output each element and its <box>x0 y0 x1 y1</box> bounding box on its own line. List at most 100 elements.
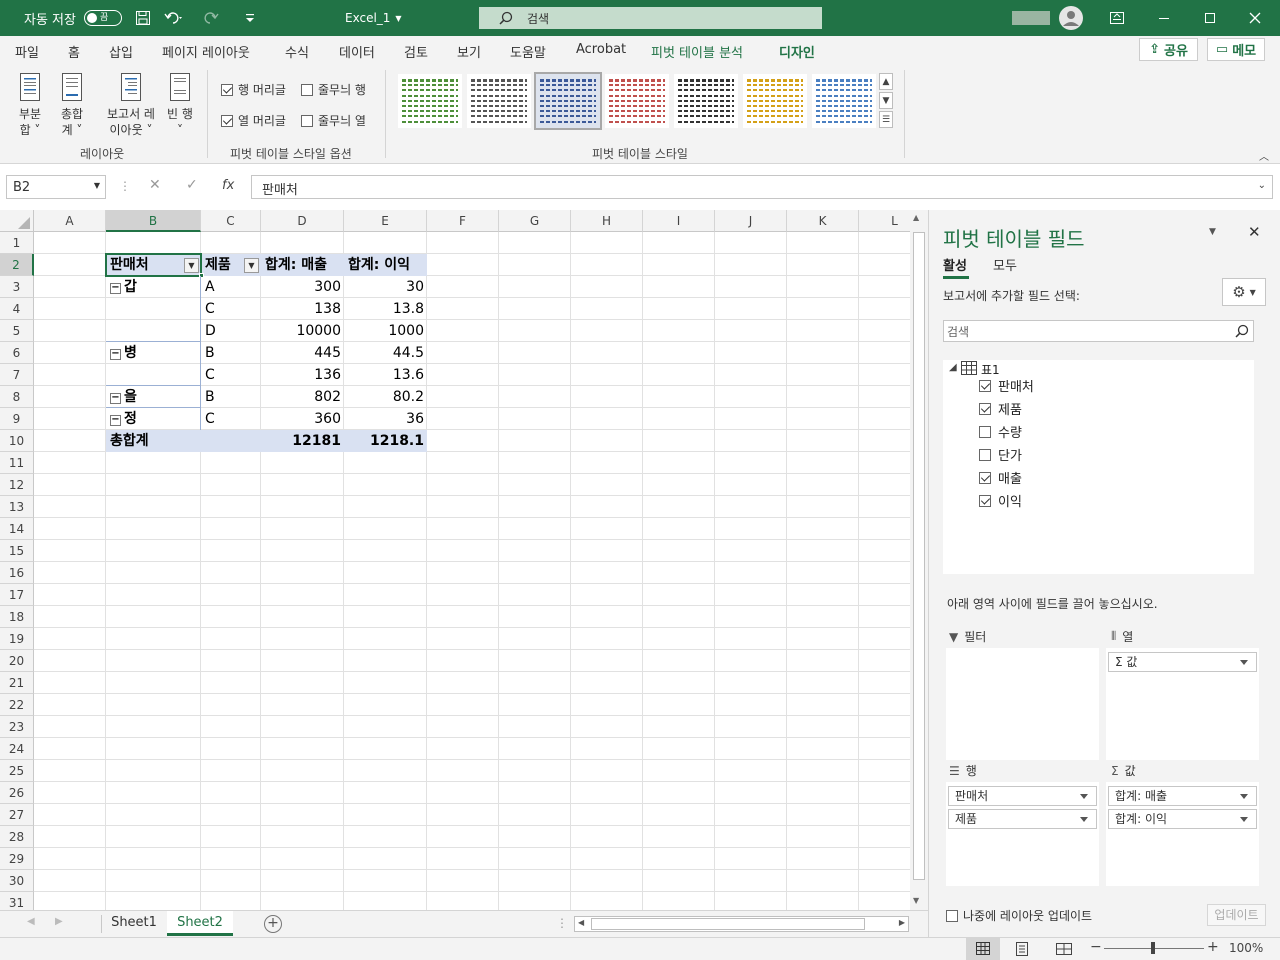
hscroll-thumb[interactable] <box>591 918 865 930</box>
gallery-more-icon[interactable]: ☰ <box>879 111 893 128</box>
column-header-j[interactable]: J <box>715 210 787 232</box>
checkbox-checked[interactable] <box>979 471 991 484</box>
name-box[interactable]: B2 ▼ <box>6 175 106 199</box>
tab-formulas[interactable]: 수식 <box>285 42 309 61</box>
checkbox-checked[interactable] <box>979 402 991 415</box>
tab-data[interactable]: 데이터 <box>339 42 375 61</box>
row-header-8[interactable]: 8 <box>0 386 34 408</box>
collapse-minus-icon[interactable]: − <box>110 415 121 426</box>
pivot-style-swatch[interactable] <box>467 74 531 128</box>
collapse-minus-icon[interactable]: − <box>110 393 121 404</box>
page-layout-view-icon[interactable] <box>1014 942 1030 956</box>
row-header-28[interactable]: 28 <box>0 826 34 848</box>
row-header-23[interactable]: 23 <box>0 716 34 738</box>
pivot-style-swatch[interactable] <box>534 72 602 130</box>
tab-pivot-analyze[interactable]: 피벗 테이블 분석 <box>651 42 743 61</box>
tab-view[interactable]: 보기 <box>457 42 481 61</box>
row-header-16[interactable]: 16 <box>0 562 34 584</box>
report-layout-button[interactable]: 보고서 레 이아웃 ˅ <box>103 72 159 138</box>
rows-chip-seller[interactable]: 판매처 <box>948 786 1097 806</box>
row-header-9[interactable]: 9 <box>0 408 34 430</box>
tab-review[interactable]: 검토 <box>404 42 428 61</box>
row-header-19[interactable]: 19 <box>0 628 34 650</box>
field-item[interactable]: 단가 <box>979 445 1022 464</box>
pane-options-chevron-icon[interactable]: ▼ <box>1209 227 1216 237</box>
column-header-e[interactable]: E <box>344 210 427 232</box>
column-header-f[interactable]: F <box>427 210 499 232</box>
row-header-6[interactable]: 6 <box>0 342 34 364</box>
vertical-scrollbar[interactable]: ▲ ▼ <box>910 210 928 910</box>
gallery-scroll-up-icon[interactable]: ▲ <box>879 73 893 90</box>
worksheet-grid[interactable]: ABCDEFGHIJKL 1 2 3 4 5 6 7 8 9 10 11 12 13 14 15 16 17 18… <box>0 210 910 910</box>
row-header-21[interactable]: 21 <box>0 672 34 694</box>
row-header-26[interactable]: 26 <box>0 782 34 804</box>
row-header-1[interactable]: 1 <box>0 232 34 254</box>
row-header-27[interactable]: 27 <box>0 804 34 826</box>
gallery-scroll-down-icon[interactable]: ▼ <box>879 92 893 109</box>
sheet-tab-sheet1[interactable]: Sheet1 <box>102 911 166 936</box>
columns-area[interactable]: Σ 값 <box>1106 648 1259 760</box>
splitter-icon[interactable]: ⋮ <box>556 916 568 930</box>
row-header-30[interactable]: 30 <box>0 870 34 892</box>
field-item[interactable]: 수량 <box>979 422 1022 441</box>
ribbon-display-icon[interactable] <box>1110 0 1124 36</box>
zoom-slider-thumb[interactable] <box>1151 942 1155 954</box>
row-header-29[interactable]: 29 <box>0 848 34 870</box>
sheet-tab-sheet2[interactable]: Sheet2 <box>167 911 233 936</box>
defer-update-checkbox[interactable]: 나중에 레이아웃 업데이트 <box>946 907 1092 924</box>
undo-icon[interactable] <box>164 0 184 36</box>
customize-qat-icon[interactable] <box>244 0 256 36</box>
tab-acrobat[interactable]: Acrobat <box>576 42 626 57</box>
row-header-4[interactable]: 4 <box>0 298 34 320</box>
pivot-seller-cell[interactable]: − 병 <box>108 342 200 364</box>
zoom-level[interactable]: 100% <box>1229 941 1263 955</box>
pivot-style-swatch[interactable] <box>605 74 669 128</box>
search-input[interactable]: 검색 <box>479 7 822 29</box>
maximize-icon[interactable] <box>1204 0 1216 36</box>
checkbox-unchecked[interactable] <box>979 425 991 438</box>
pivot-seller-cell[interactable]: − 갑 <box>108 276 200 298</box>
comments-button[interactable]: ▭ 메모 <box>1207 38 1265 61</box>
column-header-c[interactable]: C <box>201 210 261 232</box>
rows-area[interactable]: 판매처 제품 <box>946 782 1099 886</box>
row-header-12[interactable]: 12 <box>0 474 34 496</box>
scroll-thumb[interactable] <box>913 232 925 880</box>
collapse-minus-icon[interactable]: − <box>110 283 121 294</box>
tab-insert[interactable]: 삽입 <box>109 42 133 61</box>
pivot-style-swatch[interactable] <box>743 74 807 128</box>
scroll-up-icon[interactable]: ▲ <box>913 213 919 222</box>
page-break-view-icon[interactable] <box>1056 942 1072 956</box>
tab-design[interactable]: 디자인 <box>779 42 815 67</box>
insert-function-icon[interactable]: fx <box>222 178 234 193</box>
subtotals-button[interactable]: 부분 합 ˅ <box>14 72 46 138</box>
banded-columns-checkbox[interactable]: 줄무늬 열 <box>301 112 366 129</box>
cancel-icon[interactable]: ✕ <box>149 177 161 193</box>
tab-help[interactable]: 도움말 <box>510 42 546 61</box>
row-header-13[interactable]: 13 <box>0 496 34 518</box>
row-headers-checkbox[interactable]: 행 머리글 <box>221 81 286 98</box>
close-pane-icon[interactable]: ✕ <box>1248 223 1261 241</box>
row-header-10[interactable]: 10 <box>0 430 34 452</box>
tab-all[interactable]: 모두 <box>993 255 1017 274</box>
column-header-g[interactable]: G <box>499 210 571 232</box>
row-header-22[interactable]: 22 <box>0 694 34 716</box>
row-header-18[interactable]: 18 <box>0 606 34 628</box>
row-header-11[interactable]: 11 <box>0 452 34 474</box>
column-headers-checkbox[interactable]: 열 머리글 <box>221 112 286 129</box>
banded-rows-checkbox[interactable]: 줄무늬 행 <box>301 81 366 98</box>
horizontal-scrollbar[interactable]: ◀ ▶ <box>574 916 909 932</box>
tab-active[interactable]: 활성 <box>943 255 967 274</box>
column-header-d[interactable]: D <box>261 210 344 232</box>
row-header-14[interactable]: 14 <box>0 518 34 540</box>
scroll-down-icon[interactable]: ▼ <box>913 896 919 905</box>
zoom-in-button[interactable]: + <box>1207 939 1219 955</box>
redo-icon[interactable] <box>203 0 223 36</box>
select-all-corner[interactable] <box>0 210 34 232</box>
collapse-minus-icon[interactable]: − <box>110 349 121 360</box>
columns-chip-values[interactable]: Σ 값 <box>1108 652 1257 672</box>
tab-page-layout[interactable]: 페이지 레이아웃 <box>162 42 250 61</box>
values-area[interactable]: 합계: 매출 합계: 이익 <box>1106 782 1259 886</box>
field-item[interactable]: 제품 <box>979 399 1022 418</box>
zoom-out-button[interactable]: − <box>1090 939 1102 955</box>
column-header-h[interactable]: H <box>571 210 643 232</box>
